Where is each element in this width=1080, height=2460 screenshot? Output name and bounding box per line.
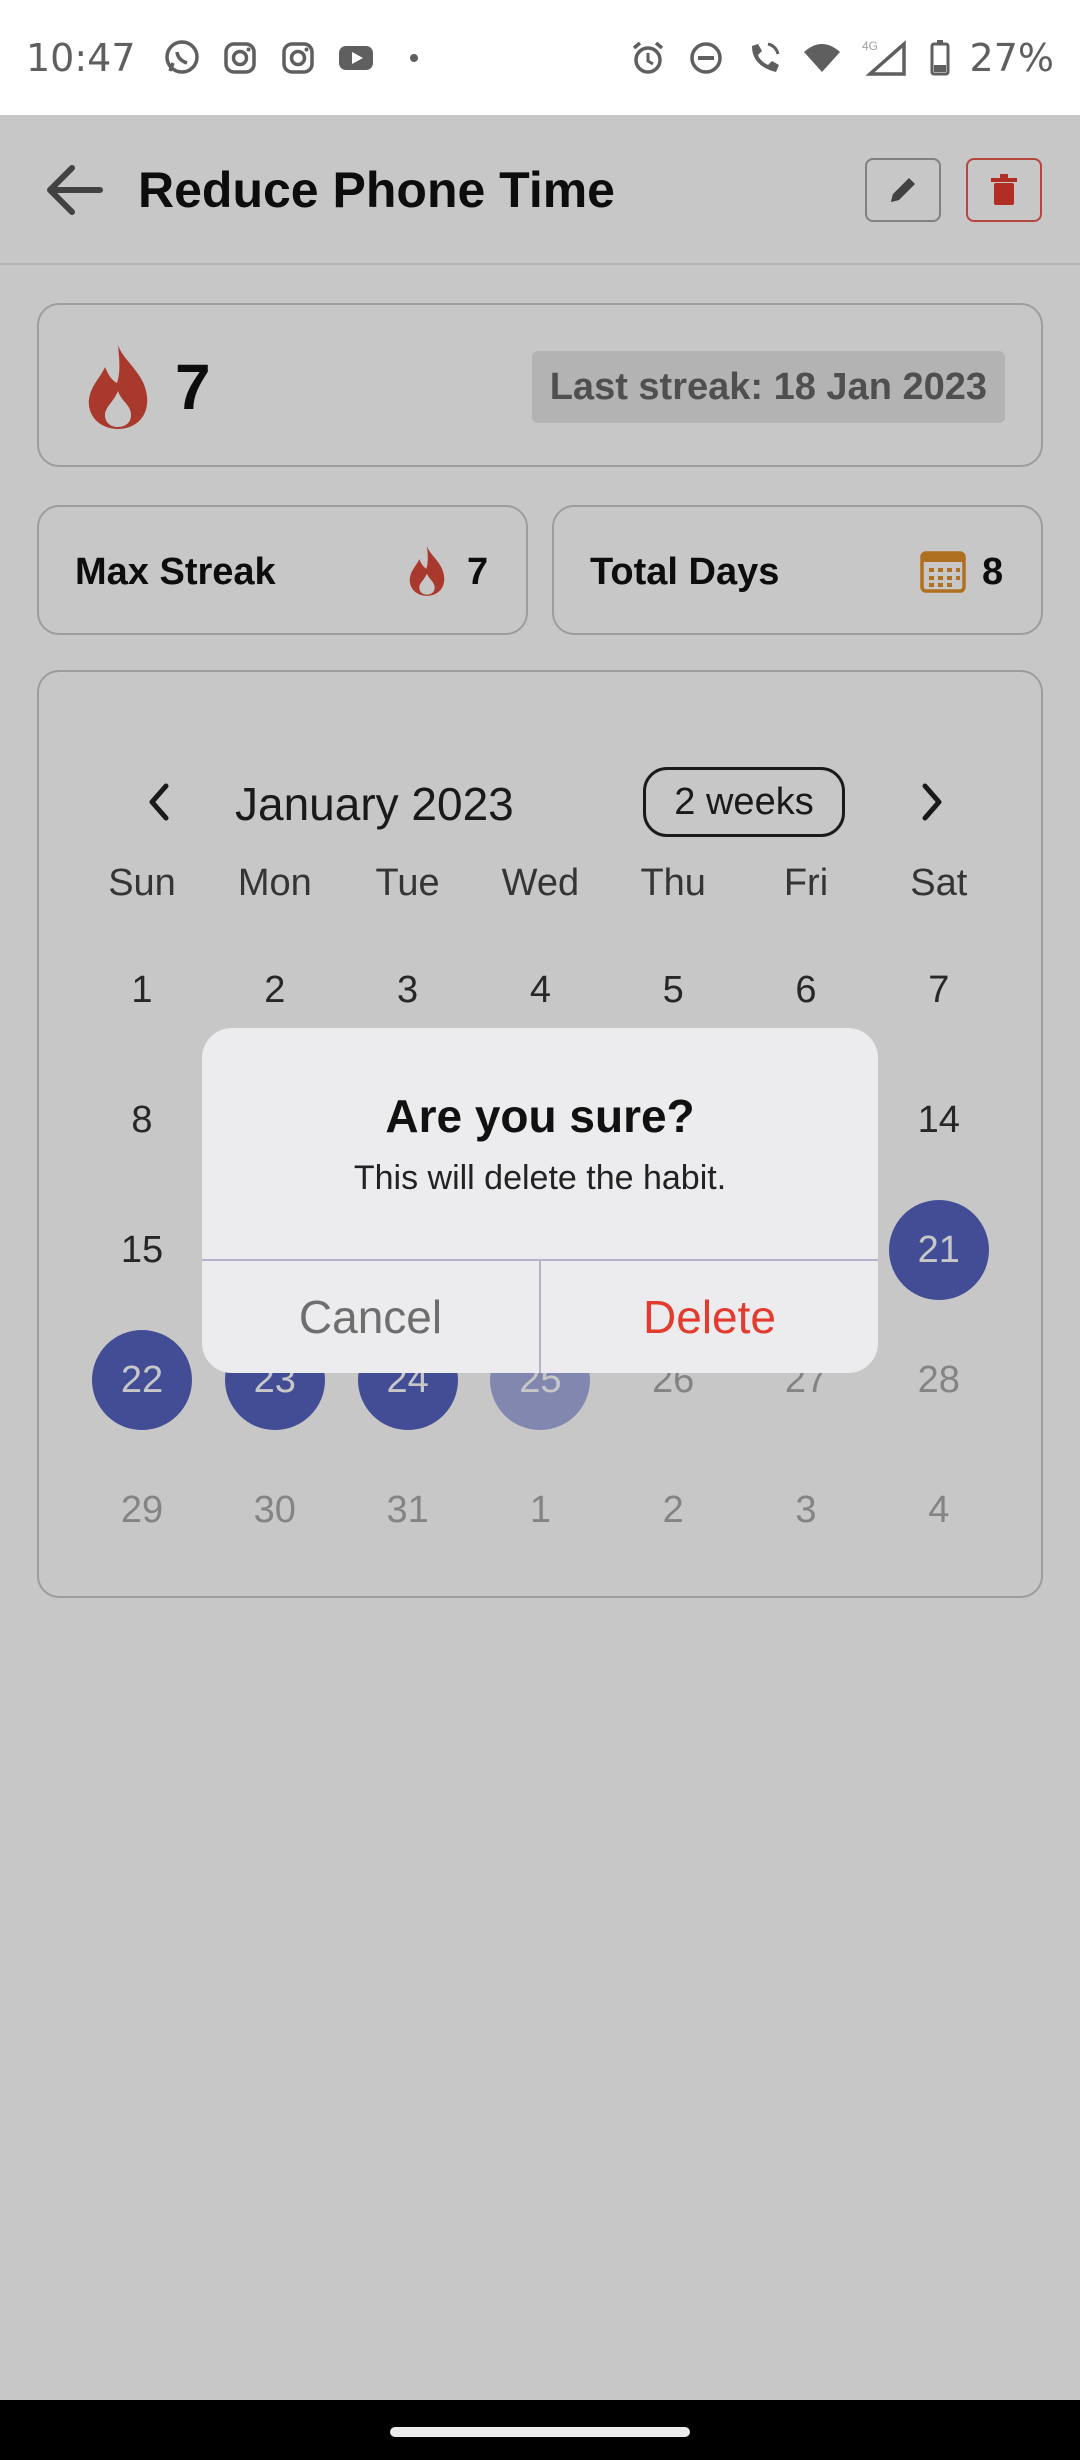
system-navigation-bar — [0, 2400, 1080, 2460]
instagram-icon — [220, 38, 260, 78]
battery-percent: 27% — [969, 35, 1054, 80]
wifi-icon — [802, 38, 842, 78]
dialog-cancel-button[interactable]: Cancel — [202, 1261, 539, 1373]
status-bar: 10:47 4G 27% — [0, 0, 1080, 115]
dialog-delete-button[interactable]: Delete — [541, 1261, 878, 1373]
confirm-delete-dialog: Are you sure? This will delete the habit… — [202, 1028, 878, 1373]
dot-icon — [394, 38, 434, 78]
network-type-label: 4G — [862, 39, 878, 53]
youtube-icon — [336, 38, 376, 78]
alarm-icon — [628, 38, 668, 78]
instagram-icon — [278, 38, 318, 78]
whatsapp-icon — [162, 38, 202, 78]
dialog-title: Are you sure? — [385, 1090, 695, 1142]
dialog-message: This will delete the habit. — [353, 1159, 727, 1197]
notification-icons — [162, 38, 434, 78]
battery-icon — [928, 38, 952, 78]
wifi-call-icon — [744, 38, 784, 78]
home-handle[interactable] — [390, 2427, 690, 2437]
status-time: 10:47 — [26, 35, 136, 80]
system-icons: 4G 27% — [628, 36, 1054, 80]
dnd-icon — [686, 38, 726, 78]
signal-icon: 4G — [860, 38, 910, 78]
